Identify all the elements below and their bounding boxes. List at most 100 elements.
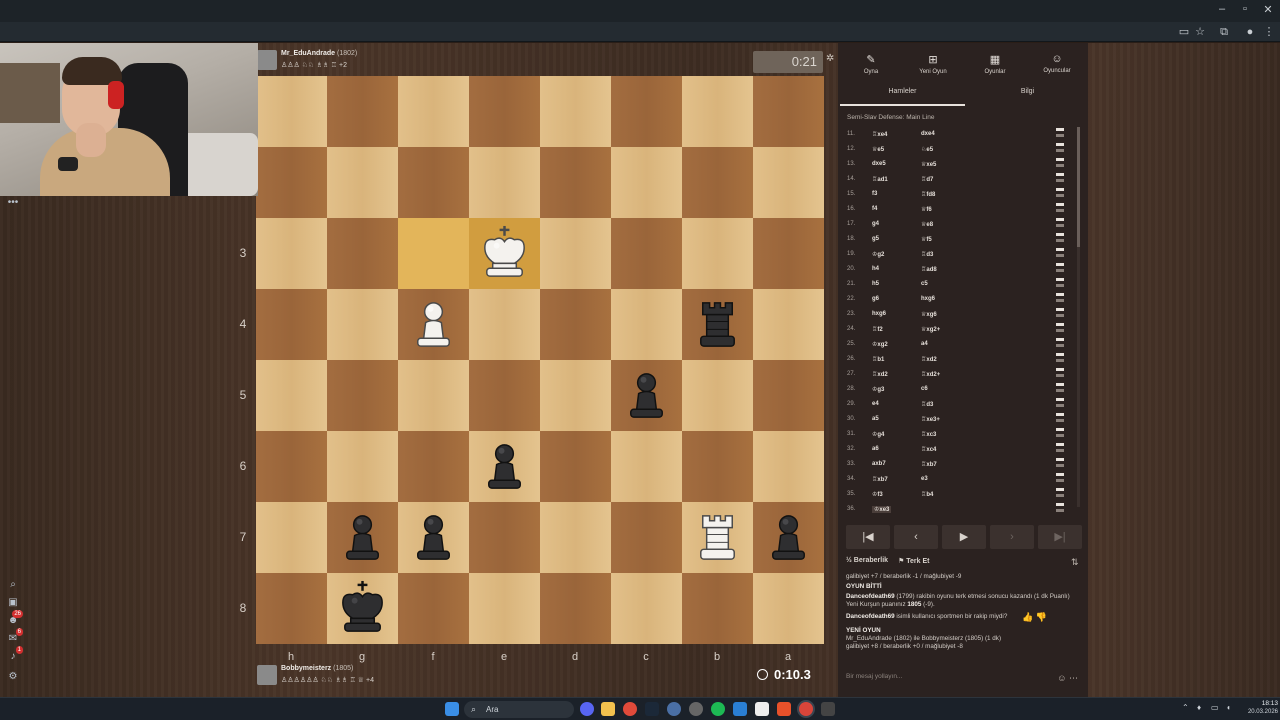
top-player-name[interactable]: Mr_EduAndrade (1802): [281, 50, 357, 57]
square-f3[interactable]: [398, 218, 469, 289]
white-move[interactable]: ♕e5: [872, 146, 884, 153]
minimize-button[interactable]: –: [1211, 3, 1233, 15]
white-move[interactable]: a5: [872, 416, 879, 422]
white-move[interactable]: ♔xe3: [872, 506, 892, 513]
square-e4[interactable]: [469, 289, 540, 360]
square-g7[interactable]: [327, 502, 398, 573]
thumbs-down-icon[interactable]: 👎: [1036, 612, 1047, 622]
square-a7[interactable]: [753, 502, 824, 573]
square-c3[interactable]: [611, 218, 682, 289]
nav-games-button[interactable]: ▦ Oyunlar: [966, 53, 1024, 75]
square-c5[interactable]: [611, 360, 682, 431]
notion-icon[interactable]: [755, 702, 769, 716]
bottom-player-avatar[interactable]: [257, 665, 277, 685]
brave-icon[interactable]: [777, 702, 791, 716]
white-move[interactable]: ♖xd2: [872, 371, 888, 378]
square-c4[interactable]: [611, 289, 682, 360]
square-h6[interactable]: [256, 431, 327, 502]
black-move[interactable]: ♖b4: [921, 491, 933, 498]
square-h4[interactable]: [256, 289, 327, 360]
square-a3[interactable]: [753, 218, 824, 289]
white-king-icon[interactable]: [475, 224, 534, 283]
start-menu-icon[interactable]: [445, 702, 459, 716]
bottom-player-name[interactable]: Bobbymeisterz (1805): [281, 665, 353, 672]
square-g6[interactable]: [327, 431, 398, 502]
extensions-icon[interactable]: ⧉: [1217, 25, 1231, 39]
rail-notifications-icon[interactable]: ♪ 1: [6, 646, 23, 664]
square-d8[interactable]: [540, 573, 611, 644]
black-move[interactable]: ♖xd2: [921, 356, 937, 363]
square-d5[interactable]: [540, 360, 611, 431]
flip-board-icon[interactable]: ⇅: [1071, 557, 1079, 568]
black-pawn-icon[interactable]: [759, 508, 818, 567]
square-h1[interactable]: [256, 76, 327, 147]
black-move[interactable]: ♖xd2+: [921, 371, 940, 378]
nav-new-game-button[interactable]: ⊞ Yeni Oyun: [904, 53, 962, 75]
black-pawn-icon[interactable]: [333, 508, 392, 567]
square-h8[interactable]: [256, 573, 327, 644]
square-e6[interactable]: [469, 431, 540, 502]
previous-move-button[interactable]: ‹: [894, 525, 938, 549]
square-h7[interactable]: [256, 502, 327, 573]
white-move[interactable]: g6: [872, 296, 879, 302]
move-list-scroll-thumb[interactable]: [1077, 127, 1080, 247]
black-move[interactable]: ♖xb7: [921, 461, 937, 468]
thumbs-up-icon[interactable]: 👍: [1022, 612, 1033, 622]
black-move[interactable]: ♕xe5: [921, 161, 936, 168]
square-f5[interactable]: [398, 360, 469, 431]
square-e3[interactable]: [469, 218, 540, 289]
profile-avatar-icon[interactable]: ●: [1243, 25, 1257, 39]
square-f8[interactable]: [398, 573, 469, 644]
chess-board[interactable]: [256, 76, 824, 644]
chat-input[interactable]: Bir mesaj yollayın... ☺ ⋯: [846, 673, 1082, 687]
nav-players-button[interactable]: ☺ Oyuncular: [1028, 53, 1086, 74]
white-pawn-icon[interactable]: [404, 295, 463, 354]
taskbar-time[interactable]: 18:13: [1248, 700, 1278, 707]
black-move[interactable]: ♖ad8: [921, 266, 937, 273]
square-e7[interactable]: [469, 502, 540, 573]
white-move[interactable]: f3: [872, 191, 877, 197]
black-move[interactable]: e3: [921, 476, 928, 482]
white-move[interactable]: hxg6: [872, 311, 886, 317]
chrome-active-icon[interactable]: [799, 702, 813, 716]
square-a1[interactable]: [753, 76, 824, 147]
rail-messages-icon[interactable]: ✉ 6: [6, 628, 23, 646]
square-f7[interactable]: [398, 502, 469, 573]
square-a8[interactable]: [753, 573, 824, 644]
square-b5[interactable]: [682, 360, 753, 431]
white-move[interactable]: g4: [872, 221, 879, 227]
square-a5[interactable]: [753, 360, 824, 431]
file-explorer-icon[interactable]: [601, 702, 615, 716]
square-g8[interactable]: [327, 573, 398, 644]
white-move[interactable]: ♔g2: [872, 251, 884, 258]
square-b8[interactable]: [682, 573, 753, 644]
white-move[interactable]: ♔g4: [872, 431, 884, 438]
tray-volume-icon[interactable]: ◖: [1226, 703, 1231, 712]
offer-draw-button[interactable]: ½ Beraberlik: [846, 557, 888, 564]
chat-options-icon[interactable]: ☺ ⋯: [1057, 673, 1078, 684]
square-b4[interactable]: [682, 289, 753, 360]
tab-moves[interactable]: Hamleler: [840, 88, 965, 95]
square-b2[interactable]: [682, 147, 753, 218]
tab-info[interactable]: Bilgi: [965, 88, 1090, 95]
white-move[interactable]: ♖b1: [872, 356, 884, 363]
board-settings-icon[interactable]: ✲: [826, 53, 834, 64]
square-e8[interactable]: [469, 573, 540, 644]
square-b6[interactable]: [682, 431, 753, 502]
browser-menu-icon[interactable]: ⋮: [1262, 25, 1276, 39]
terminal-icon[interactable]: [821, 702, 835, 716]
black-move[interactable]: c6: [921, 386, 928, 392]
white-move[interactable]: dxe5: [872, 161, 886, 167]
square-d4[interactable]: [540, 289, 611, 360]
nav-play-button[interactable]: ✎ Oyna: [842, 53, 900, 75]
black-move[interactable]: dxe4: [921, 131, 935, 137]
black-move[interactable]: ♖d3: [921, 401, 933, 408]
obs-icon[interactable]: [689, 702, 703, 716]
square-d6[interactable]: [540, 431, 611, 502]
steam-icon[interactable]: [645, 702, 659, 716]
square-e1[interactable]: [469, 76, 540, 147]
black-move[interactable]: ♕e8: [921, 221, 933, 228]
square-f1[interactable]: [398, 76, 469, 147]
close-button[interactable]: ✕: [1257, 3, 1279, 16]
square-a4[interactable]: [753, 289, 824, 360]
